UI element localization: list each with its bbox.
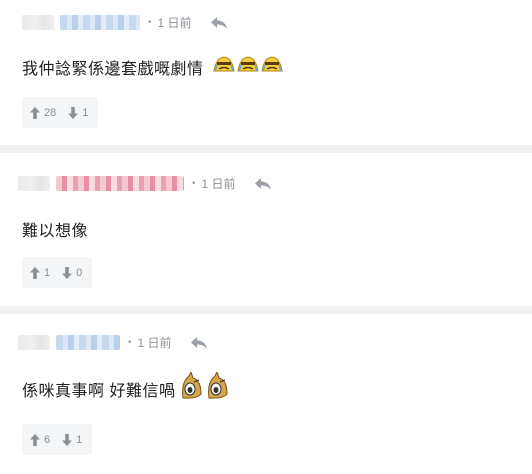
comment-meta: • 1 日前 [18, 175, 272, 192]
separator-dot: • [128, 337, 132, 348]
downvote-button[interactable]: 0 [62, 266, 83, 279]
downvote-button[interactable]: 1 [62, 433, 83, 446]
upvote-count: 6 [44, 433, 51, 446]
arrow-down-icon [62, 266, 73, 279]
comment-1: • 1 日前 我仲諗緊係邊套戲嘅劇情 28 1 [0, 0, 532, 145]
username-blurred[interactable] [18, 335, 50, 350]
arrow-up-icon [30, 106, 40, 119]
separator-dot: • [192, 178, 196, 189]
reply-icon[interactable] [190, 336, 208, 350]
downvote-button[interactable]: 1 [68, 106, 89, 119]
arrow-up-icon [30, 433, 40, 446]
separator-dot: • [148, 17, 152, 28]
reply-icon[interactable] [210, 16, 228, 30]
shocked-face-icon [179, 370, 229, 405]
user-id-blurred[interactable] [60, 15, 140, 30]
user-id-blurred[interactable] [56, 335, 120, 350]
comment-2: • 1 日前 難以想像 1 0 [0, 153, 532, 306]
upvote-count: 1 [44, 266, 51, 279]
comment-meta: • 1 日前 [22, 14, 228, 31]
downvote-count: 1 [76, 433, 83, 446]
comment-text-row: 我仲諗緊係邊套戲嘅劇情 [22, 54, 284, 79]
vote-bar: 28 1 [22, 97, 99, 128]
arrow-down-icon [62, 433, 73, 446]
comment-text-row: 係咪真事啊 好難信喎 [22, 370, 229, 405]
comment-3: • 1 日前 係咪真事啊 好難信喎 6 1 [0, 314, 532, 474]
username-blurred[interactable] [18, 176, 50, 191]
reply-icon[interactable] [254, 177, 272, 191]
crying-face-icon [212, 54, 284, 79]
timestamp: 1 日前 [137, 336, 172, 350]
upvote-button[interactable]: 6 [30, 433, 51, 446]
arrow-down-icon [68, 106, 79, 119]
comment-divider [0, 145, 532, 153]
arrow-up-icon [30, 266, 40, 279]
timestamp: 1 日前 [157, 16, 192, 30]
upvote-count: 28 [44, 106, 57, 119]
upvote-button[interactable]: 1 [30, 266, 51, 279]
user-id-blurred[interactable] [56, 176, 184, 191]
comment-text: 我仲諗緊係邊套戲嘅劇情 [22, 60, 204, 78]
comment-text-row: 難以想像 [22, 217, 88, 241]
timestamp: 1 日前 [201, 177, 236, 191]
upvote-button[interactable]: 28 [30, 106, 57, 119]
username-blurred[interactable] [22, 15, 54, 30]
vote-bar: 6 1 [22, 424, 93, 455]
downvote-count: 0 [76, 266, 83, 279]
downvote-count: 1 [82, 106, 89, 119]
comment-text: 難以想像 [22, 223, 89, 240]
comment-meta: • 1 日前 [18, 334, 208, 351]
vote-bar: 1 0 [22, 257, 93, 288]
comment-divider [0, 306, 532, 314]
comment-text: 係咪真事啊 好難信喎 [22, 382, 176, 400]
